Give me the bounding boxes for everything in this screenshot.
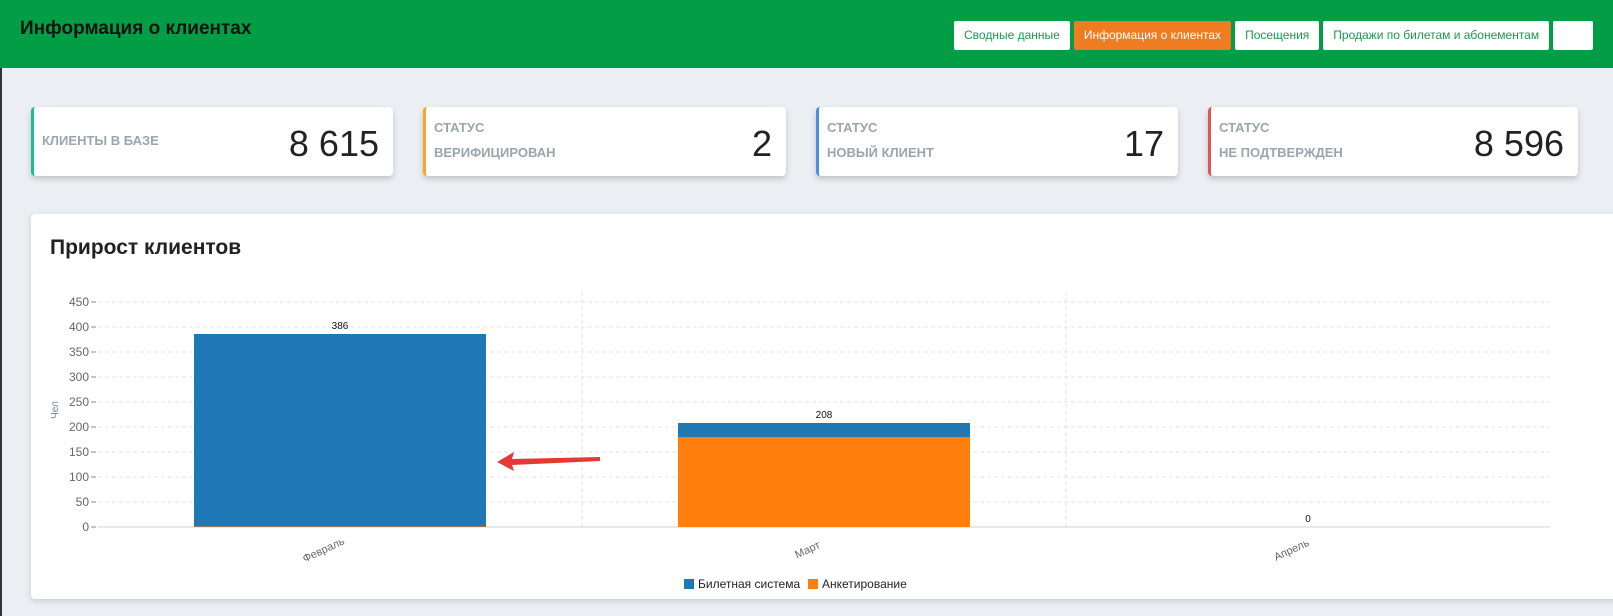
legend-swatch: [684, 579, 694, 589]
bar-total-label: 386: [332, 321, 349, 332]
bar-total-label: 0: [1305, 514, 1311, 525]
legend-label[interactable]: Билетная система: [698, 577, 800, 591]
bar-total-label: 208: [816, 410, 833, 421]
x-tick-label: Март: [793, 539, 822, 561]
legend-label[interactable]: Анкетирование: [822, 577, 907, 591]
y-tick-label: 300: [69, 370, 89, 384]
y-tick-label: 100: [69, 470, 89, 484]
y-tick-label: 400: [69, 320, 89, 334]
y-tick-label: 350: [69, 345, 89, 359]
bar-ticket[interactable]: [678, 423, 970, 437]
y-tick-label: 50: [76, 495, 90, 509]
y-tick-label: 0: [82, 520, 89, 534]
growth-chart: 0 50 100 150 200 250 300 350 400 450 Чел 386 Февраль…: [50, 292, 1550, 591]
legend-swatch: [808, 579, 818, 589]
bar-ticket[interactable]: [194, 334, 486, 527]
annotation-arrow-icon: [497, 452, 600, 471]
bar-survey[interactable]: [194, 526, 486, 528]
bar-survey[interactable]: [678, 437, 970, 527]
y-tick-label: 200: [69, 420, 89, 434]
y-tick-label: 150: [69, 445, 89, 459]
y-tick-label: 250: [69, 395, 89, 409]
x-tick-label: Апрель: [1272, 537, 1311, 564]
y-tick-label: 450: [69, 295, 89, 309]
y-axis-label: Чел: [50, 401, 61, 419]
x-tick-label: Февраль: [301, 535, 347, 565]
